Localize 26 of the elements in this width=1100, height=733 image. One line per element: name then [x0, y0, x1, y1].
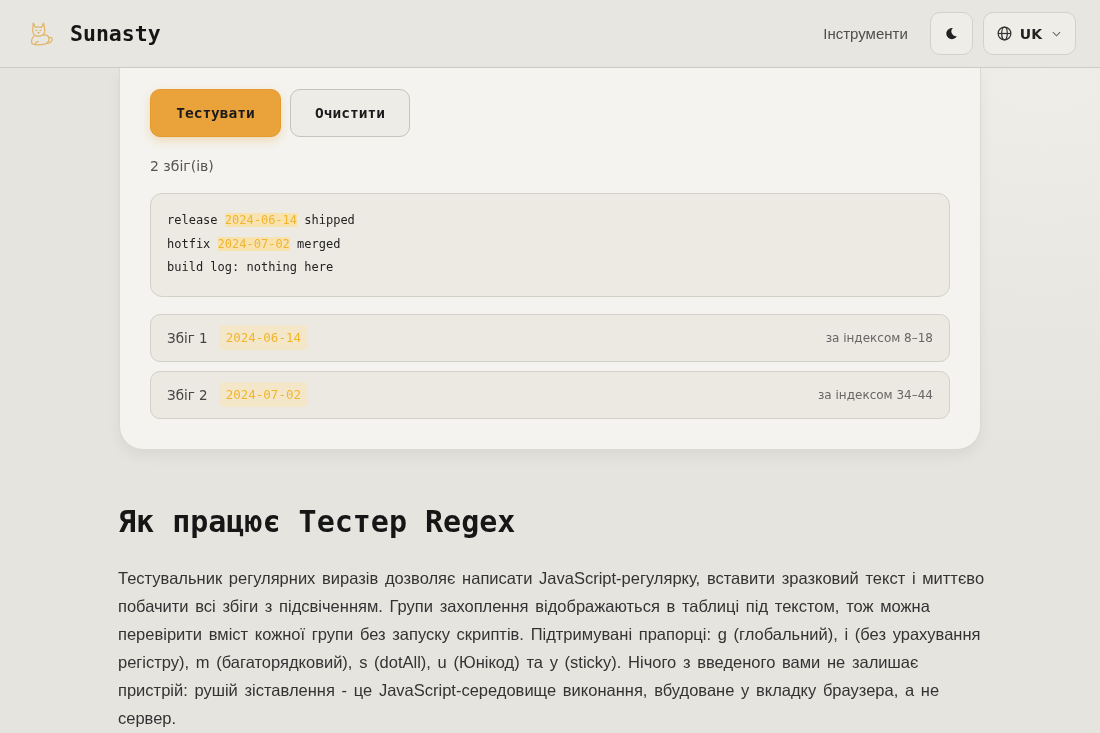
description-paragraph: Тестувальник регулярних виразів дозволяє написати JavaScript-регулярку, вставити зразковий текст і миттєво побачити всі збіги з підсвіченням. Групи захоплення відображаються в таблиці під текстом, тож можна перевірити вміст кожної групи без запуску скриптів. Підтримувані прапорці: g (глобальний), i (без урахування регістру), m (багаторядковий), s (dotAll), u (Юнікод) та y (sticky). Нічого з введеного вами не залишає пристрій: рушій зіставлення - це JavaScript-середовище виконання, вбудоване у вкладку браузера, а не сервер. — [118, 567, 986, 729]
code-text: shipped — [303, 213, 355, 227]
moon-icon — [944, 27, 958, 40]
test-text-area[interactable]: release 2024-06-14 shipped hotfix 2024-07-02 merged build log: nothing here — [150, 193, 950, 297]
match-label: Збіг 1 — [167, 329, 208, 346]
theme-toggle-button[interactable] — [929, 12, 973, 55]
match-position: за індексом 34–44 — [818, 387, 933, 402]
match-label: Збіг 2 — [167, 386, 208, 403]
code-text: hotfix — [167, 236, 212, 251]
code-text: merged — [296, 236, 341, 251]
test-button[interactable]: Тестувати — [150, 89, 281, 137]
match-position: за індексом 8–18 — [825, 330, 933, 345]
language-selector[interactable]: UK — [982, 12, 1076, 55]
match-value: 2024-07-02 — [218, 382, 308, 407]
code-text: release — [167, 213, 219, 227]
match-highlight: 2024-07-02 — [217, 236, 290, 251]
clear-button[interactable]: Очистити — [290, 89, 410, 137]
chevron-down-icon — [1052, 30, 1061, 37]
match-highlight: 2024-06-14 — [224, 213, 298, 227]
match-count: 2 збіг(ів) — [150, 157, 215, 176]
code-text: build log: nothing here — [167, 260, 334, 274]
site-name[interactable]: Sunasty — [70, 21, 161, 46]
section-heading: Як працює Тестер Regex — [118, 502, 517, 541]
globe-icon — [996, 26, 1012, 41]
tools-link[interactable]: Інструменти — [823, 25, 908, 42]
match-value: 2024-06-14 — [218, 325, 308, 350]
